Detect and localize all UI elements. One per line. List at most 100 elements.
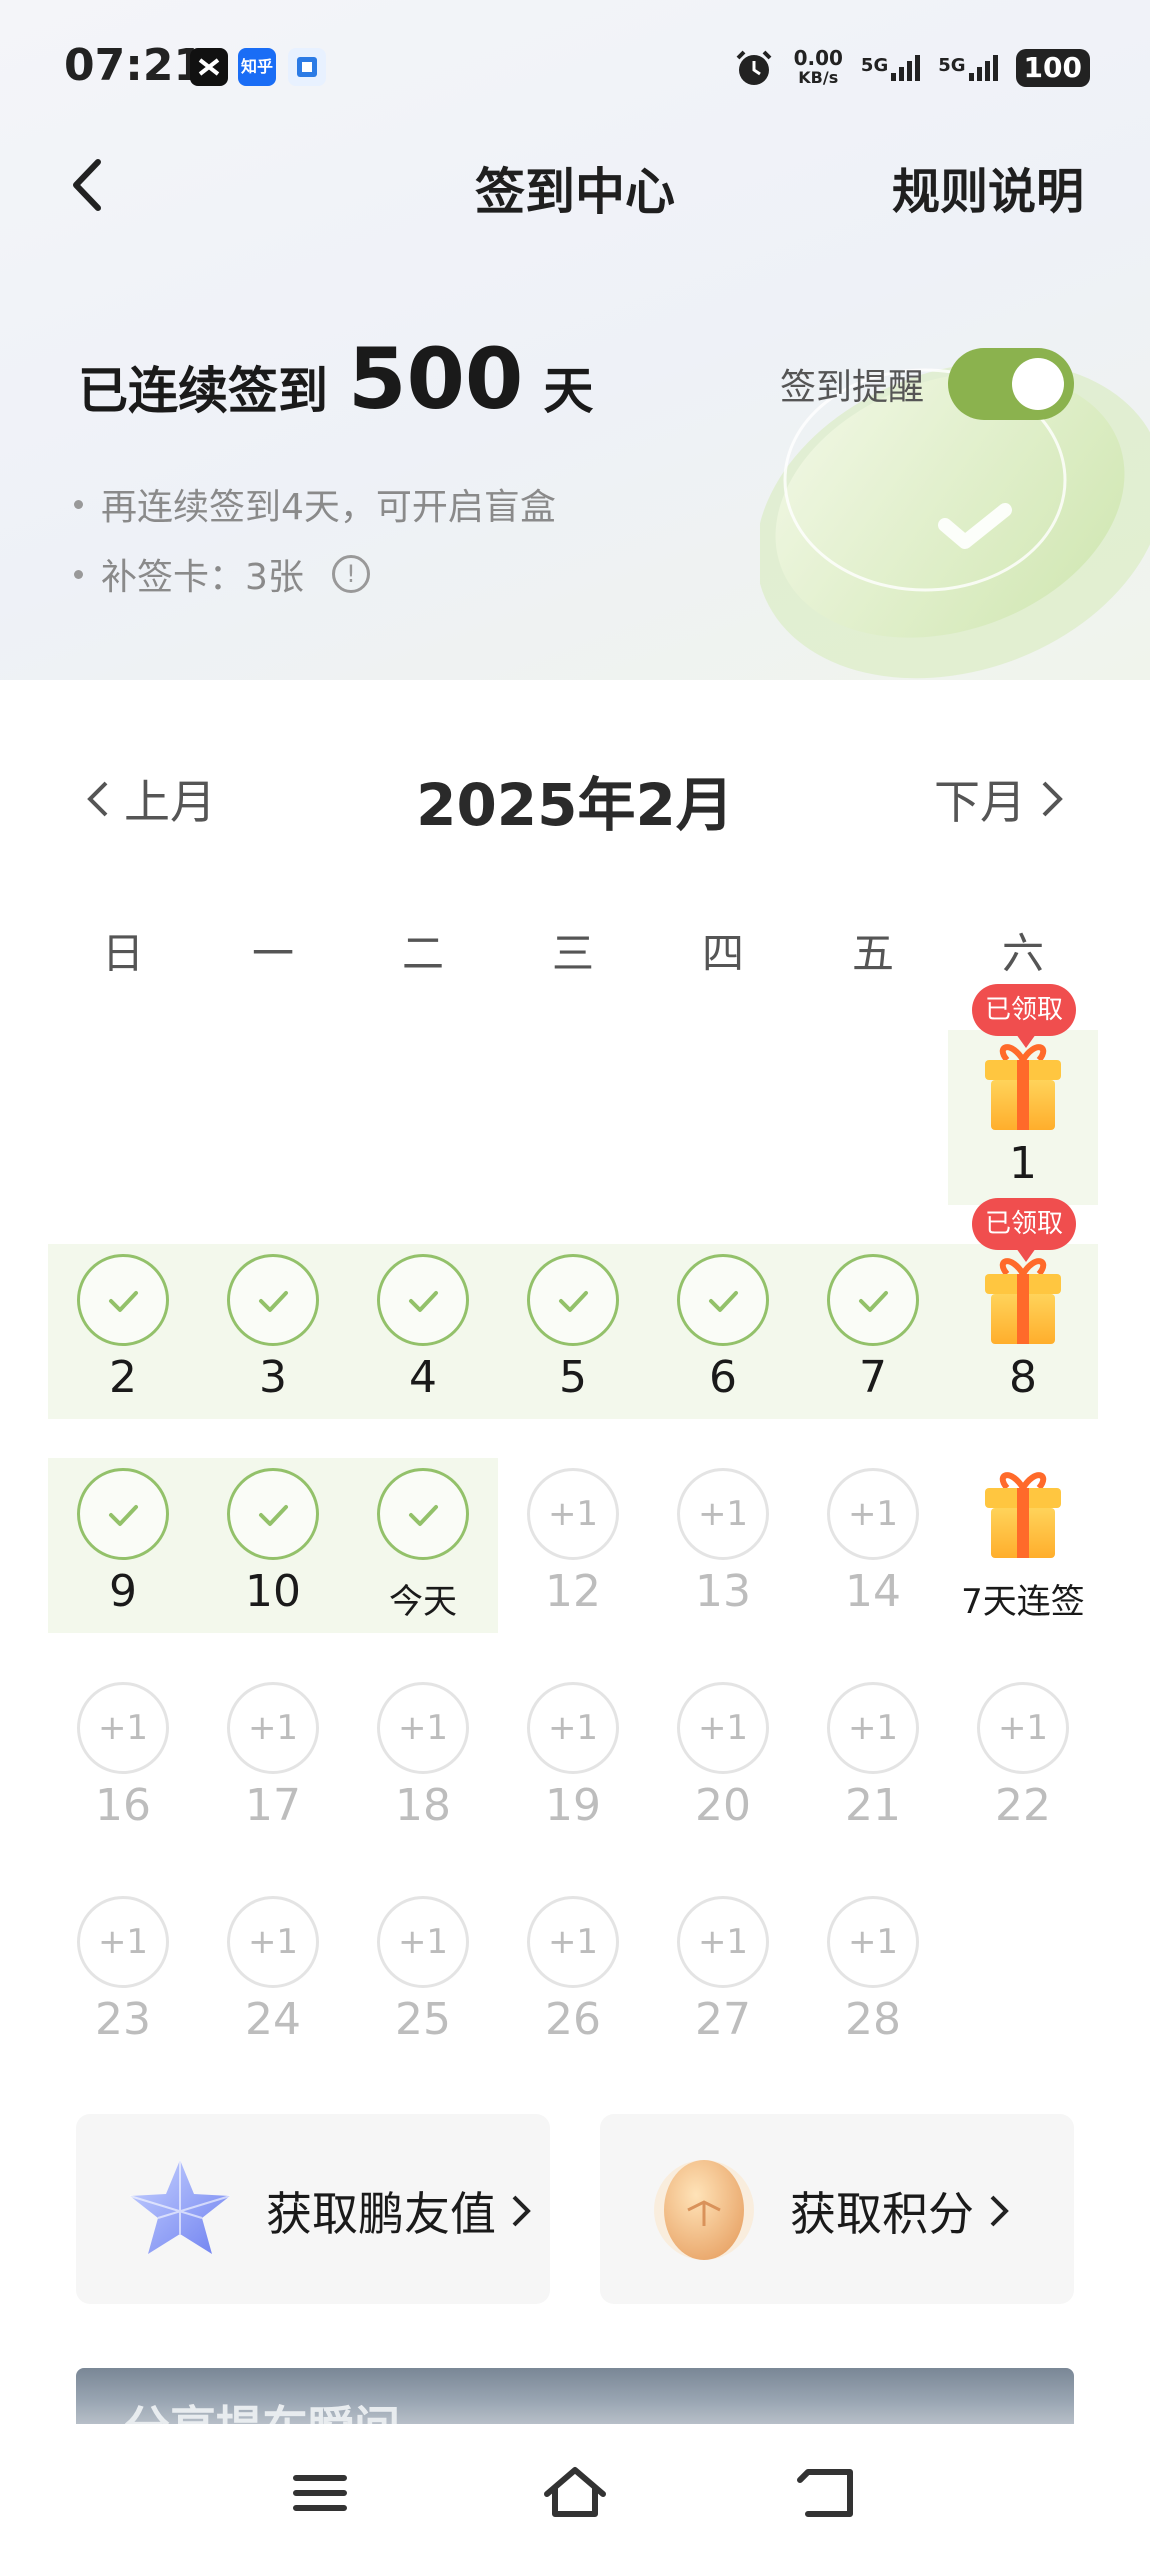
gift-icon xyxy=(985,1472,1061,1558)
back-nav-button[interactable] xyxy=(790,2458,870,2528)
checked-circle xyxy=(377,1254,469,1346)
calendar-day[interactable]: +1 24 xyxy=(198,1886,348,2056)
calendar-day[interactable]: +1 25 xyxy=(348,1886,498,2056)
plus-one-circle: +1 xyxy=(527,1682,619,1774)
calendar-day: 5 xyxy=(498,1244,648,1414)
day-label: 16 xyxy=(95,1780,151,1831)
home-icon xyxy=(544,2467,606,2517)
day-label: 10 xyxy=(245,1566,301,1617)
calendar-day[interactable]: +1 28 xyxy=(798,1886,948,2056)
share-banner[interactable]: 分享提车瞬间 xyxy=(76,2368,1074,2424)
banner-text: 分享提车瞬间 xyxy=(124,2392,400,2424)
signal-2-label: 5G xyxy=(938,55,966,76)
calendar-day[interactable]: 7天连签 xyxy=(948,1458,1098,1628)
get-friend-value-card[interactable]: 获取鹏友值 xyxy=(76,2114,550,2304)
day-label: 19 xyxy=(545,1780,601,1831)
streak-suffix: 天 xyxy=(543,362,594,420)
get-friend-value-label: 获取鹏友值 xyxy=(266,2178,532,2244)
day-label: 26 xyxy=(545,1994,601,2045)
claimed-badge: 已领取 xyxy=(972,1198,1076,1262)
checked-circle xyxy=(677,1254,769,1346)
day-label: 17 xyxy=(245,1780,301,1831)
calendar-day[interactable]: +1 13 xyxy=(648,1458,798,1628)
menu-button[interactable] xyxy=(280,2458,360,2528)
weekday-label: 日 xyxy=(101,929,144,978)
calendar-day[interactable]: +1 12 xyxy=(498,1458,648,1628)
calendar-day[interactable]: +1 14 xyxy=(798,1458,948,1628)
day-label: 4 xyxy=(409,1352,437,1403)
day-label: 27 xyxy=(695,1994,751,2045)
weekday-label: 五 xyxy=(851,929,894,978)
reminder-setting: 签到提醒 xyxy=(780,348,1074,420)
home-button[interactable] xyxy=(535,2458,615,2528)
status-right: 0.00 KB/s 5G 5G 100 xyxy=(732,44,1090,92)
checked-circle xyxy=(377,1468,469,1560)
day-label: 7天连签 xyxy=(961,1582,1085,1622)
signal-bars-icon xyxy=(968,55,998,81)
plus-one-circle: +1 xyxy=(827,1468,919,1560)
app-icon xyxy=(288,48,326,86)
plus-one-circle: +1 xyxy=(527,1468,619,1560)
day-label: 23 xyxy=(95,1994,151,2045)
toggle-knob xyxy=(1012,358,1064,410)
checked-circle xyxy=(77,1254,169,1346)
calendar-day[interactable]: +1 22 xyxy=(948,1672,1098,1842)
calendar-day[interactable]: +1 17 xyxy=(198,1672,348,1842)
day-label: 13 xyxy=(695,1566,751,1617)
day-label: 18 xyxy=(395,1780,451,1831)
plus-one-circle: +1 xyxy=(77,1682,169,1774)
weekday-label: 六 xyxy=(1001,929,1044,978)
calendar-day[interactable]: +1 27 xyxy=(648,1886,798,2056)
plus-one-circle: +1 xyxy=(77,1896,169,1988)
calendar-day[interactable]: +1 20 xyxy=(648,1672,798,1842)
calendar-day: 7 xyxy=(798,1244,948,1414)
plus-one-circle: +1 xyxy=(677,1468,769,1560)
day-label: 8 xyxy=(1009,1352,1037,1403)
calendar-day[interactable]: +1 23 xyxy=(48,1886,198,2056)
streak-prefix: 已连续签到 xyxy=(78,362,328,420)
weekday-label: 一 xyxy=(251,929,294,978)
calendar-day[interactable]: +1 18 xyxy=(348,1672,498,1842)
tip-makeup-card: 补签卡：3张 ! xyxy=(74,548,370,600)
plus-one-circle: +1 xyxy=(827,1682,919,1774)
check-icon xyxy=(109,1505,138,1526)
check-icon xyxy=(859,1291,888,1312)
next-month-button[interactable]: 下月 xyxy=(934,766,1064,832)
check-icon xyxy=(259,1291,288,1312)
check-icon xyxy=(709,1291,738,1312)
calendar-day: 今天 xyxy=(348,1458,498,1628)
checked-circle xyxy=(527,1254,619,1346)
calendar-day[interactable]: +1 16 xyxy=(48,1672,198,1842)
day-label: 14 xyxy=(845,1566,901,1617)
bullet-dot xyxy=(74,569,83,579)
day-label: 22 xyxy=(995,1780,1051,1831)
calendar-day: 6 xyxy=(648,1244,798,1414)
reminder-toggle[interactable] xyxy=(948,348,1074,420)
calendar-day[interactable]: +1 26 xyxy=(498,1886,648,2056)
signal-2: 5G xyxy=(938,55,998,81)
plus-one-circle: +1 xyxy=(377,1896,469,1988)
net-speed-value: 0.00 xyxy=(793,46,843,70)
day-label: 7 xyxy=(859,1352,887,1403)
day-label: 1 xyxy=(1009,1138,1037,1189)
plus-one-circle: +1 xyxy=(827,1896,919,1988)
get-points-card[interactable]: 获取积分 xyxy=(600,2114,1074,2304)
gift-icon xyxy=(985,1258,1061,1344)
day-label: 28 xyxy=(845,1994,901,2045)
claimed-badge: 已领取 xyxy=(972,984,1076,1048)
chevron-right-icon xyxy=(512,2195,531,2227)
checked-circle xyxy=(227,1468,319,1560)
signal-1: 5G xyxy=(861,55,921,81)
signal-bars-icon xyxy=(891,55,921,81)
streak-days: 500 xyxy=(348,330,524,428)
calendar-day[interactable]: +1 19 xyxy=(498,1672,648,1842)
weekday-header: 日 一 二 三 四 五 六 xyxy=(48,920,1098,981)
chevron-right-icon xyxy=(1042,781,1063,817)
rules-link[interactable]: 规则说明 xyxy=(892,152,1084,222)
coin-icon xyxy=(654,2160,754,2260)
tip-blind-box-text: 再连续签到4天，可开启盲盒 xyxy=(101,487,556,528)
day-label: 3 xyxy=(259,1352,287,1403)
weekday-label: 三 xyxy=(551,929,594,978)
calendar-day[interactable]: +1 21 xyxy=(798,1672,948,1842)
info-icon[interactable]: ! xyxy=(331,555,370,593)
